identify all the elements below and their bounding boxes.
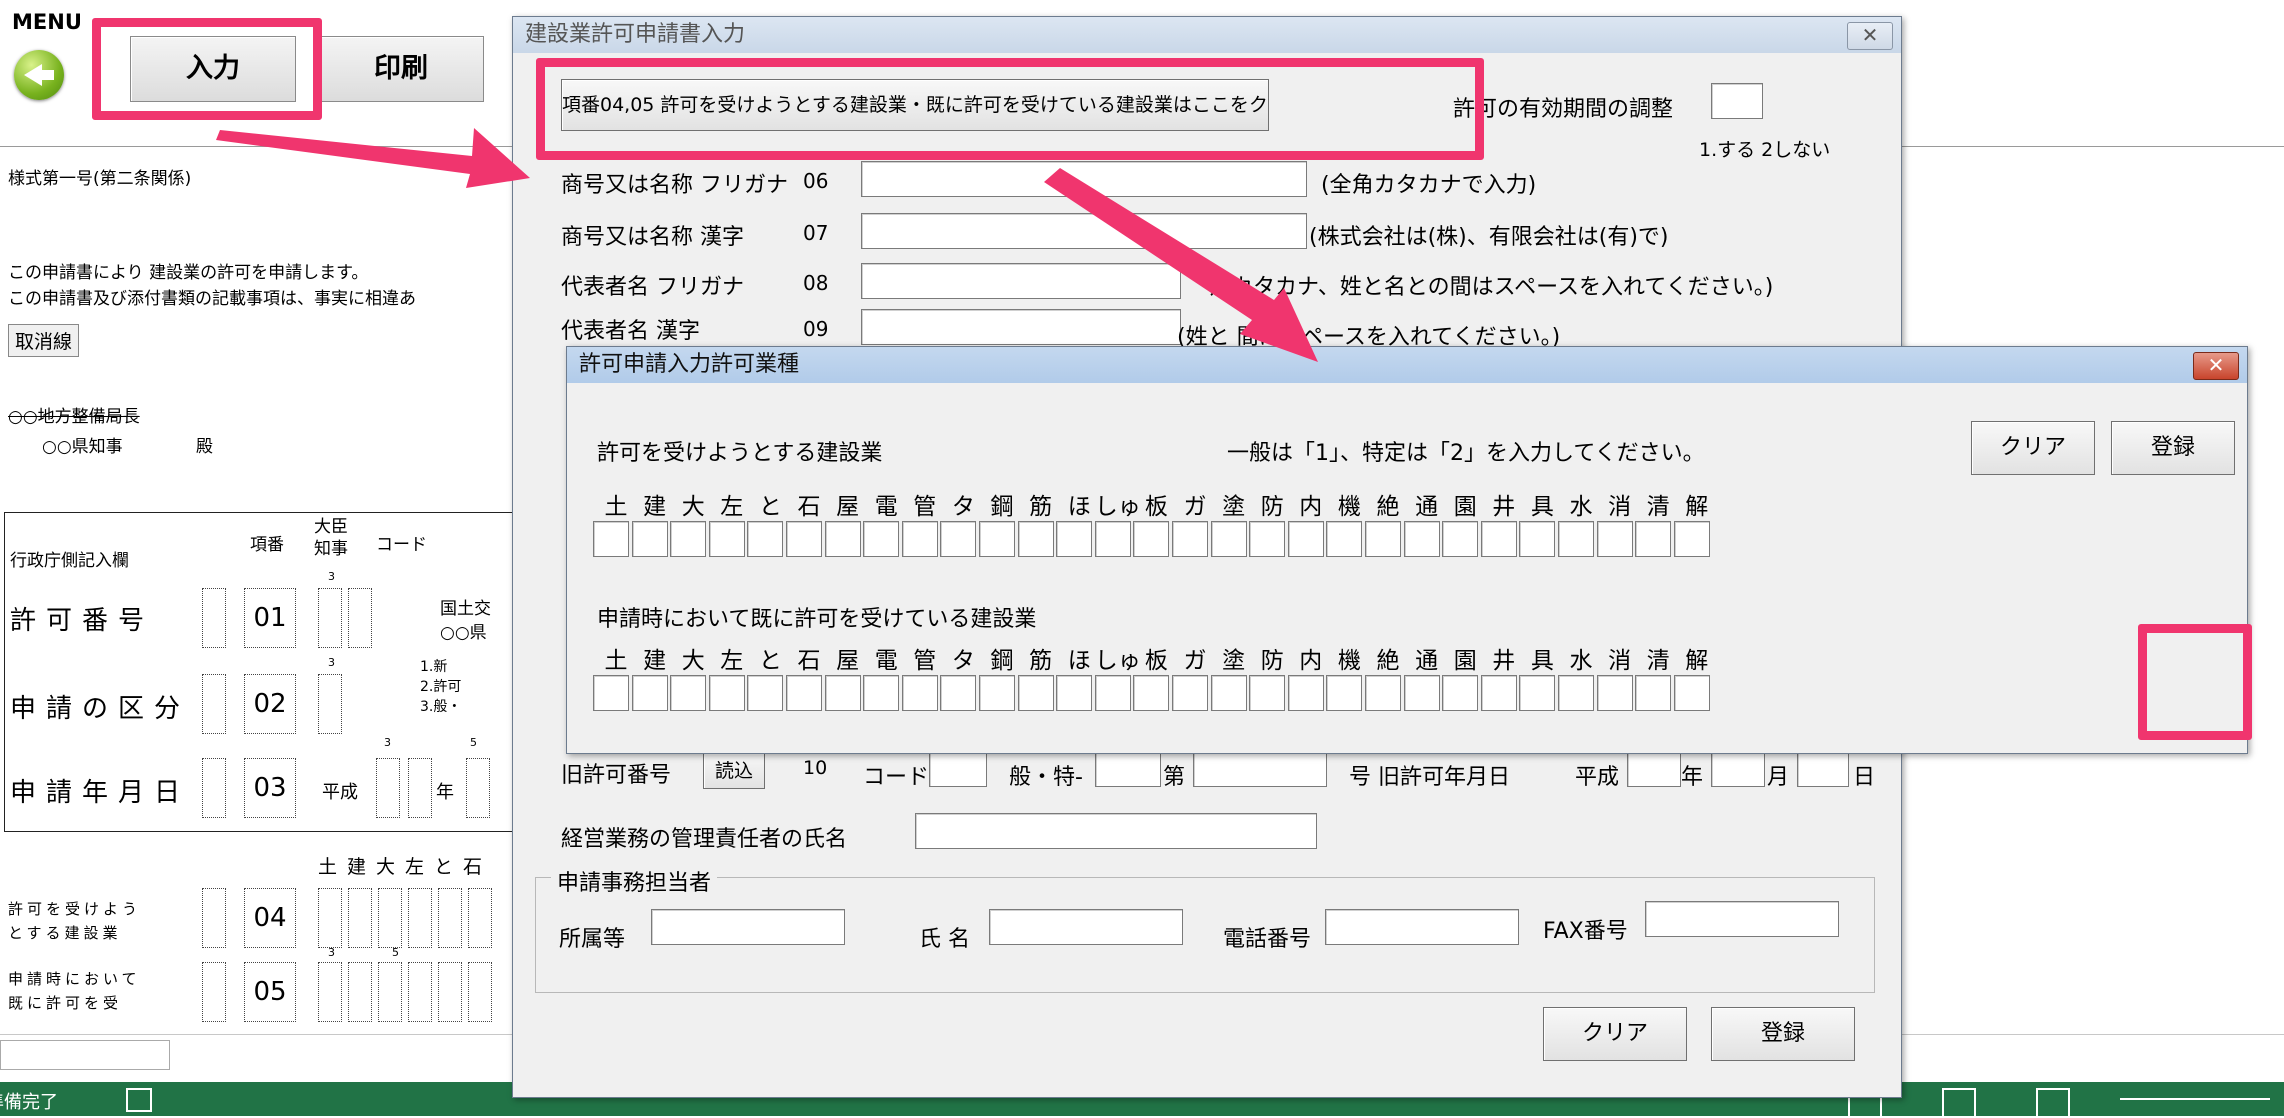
annotation-arrows <box>216 128 1318 362</box>
arrow-to-industry-icon <box>1044 168 1318 362</box>
arrow-to-dialog-icon <box>216 128 530 188</box>
